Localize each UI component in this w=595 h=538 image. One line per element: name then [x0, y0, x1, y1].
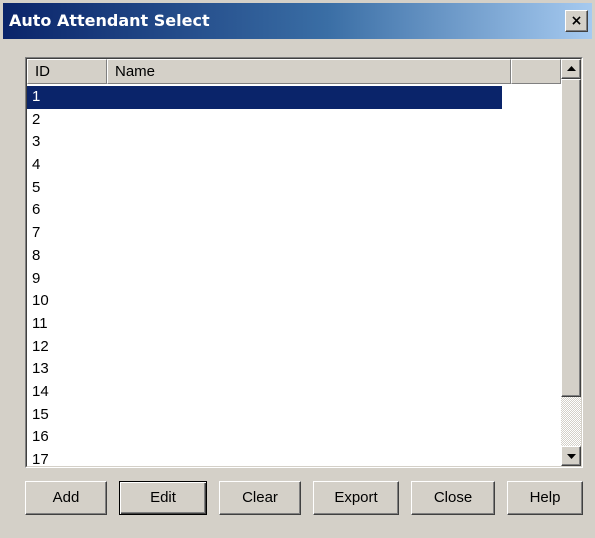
list-item-id: 1 [32, 88, 41, 105]
list-item[interactable]: 5 [27, 177, 502, 200]
list-item[interactable]: 3 [27, 131, 502, 154]
add-button[interactable]: Add [25, 481, 107, 515]
list-item-id: 10 [32, 292, 49, 310]
list-item-id: 12 [32, 337, 49, 355]
list-item-id: 8 [32, 246, 41, 264]
list-item[interactable]: 6 [27, 199, 502, 222]
column-header-name[interactable]: Name [107, 59, 511, 84]
list-item[interactable]: 7 [27, 222, 502, 245]
list-item-id: 6 [32, 201, 41, 219]
list-item-id: 7 [32, 224, 41, 242]
close-button[interactable]: Close [411, 481, 495, 515]
list-item-id: 5 [32, 178, 41, 196]
list-item-id: 3 [32, 133, 41, 151]
help-button[interactable]: Help [507, 481, 583, 515]
list-item-id: 13 [32, 360, 49, 378]
vertical-scrollbar[interactable] [561, 59, 581, 466]
list-item[interactable]: 16 [27, 426, 502, 449]
list-item-id: 15 [32, 405, 49, 423]
list-item[interactable]: 4 [27, 154, 502, 177]
list-item[interactable]: 9 [27, 268, 502, 291]
export-button[interactable]: Export [313, 481, 399, 515]
scroll-down-arrow-icon [567, 454, 576, 459]
column-header-extra[interactable] [511, 59, 561, 84]
list-item-id: 17 [32, 451, 49, 467]
list-item-id: 9 [32, 269, 41, 287]
list-item[interactable]: 1 [27, 86, 502, 109]
clear-button[interactable]: Clear [219, 481, 301, 515]
list-item-id: 4 [32, 156, 41, 174]
list-item[interactable]: 17 [27, 449, 502, 467]
list-item-id: 2 [32, 110, 41, 128]
scroll-up-arrow-icon [567, 66, 576, 71]
list-item[interactable]: 11 [27, 313, 502, 336]
window-title: Auto Attendant Select [9, 11, 210, 30]
close-x-icon: × [570, 13, 583, 29]
list-header: ID Name [27, 59, 561, 84]
list-item[interactable]: 8 [27, 245, 502, 268]
scroll-up-button[interactable] [561, 59, 581, 79]
auto-attendant-select-dialog: Auto Attendant Select × ID Name 12345678… [0, 0, 595, 538]
list-item[interactable]: 2 [27, 109, 502, 132]
list-item[interactable]: 15 [27, 404, 502, 427]
list-item-id: 14 [32, 382, 49, 400]
edit-button[interactable]: Edit [119, 481, 207, 515]
title-bar[interactable]: Auto Attendant Select × [3, 3, 592, 39]
list-item[interactable]: 13 [27, 358, 502, 381]
list-item-id: 16 [32, 428, 49, 446]
column-header-id[interactable]: ID [27, 59, 107, 84]
list-rows: 1 2 3 4 5 6 7 8 9 10 11 12 13 14 15 16 17 [27, 86, 561, 467]
scroll-down-button[interactable] [561, 446, 581, 466]
attendant-list[interactable]: ID Name 1 2 3 4 5 6 7 8 9 10 11 12 13 14 15 16 17 [25, 57, 583, 468]
list-item-id: 11 [32, 314, 48, 332]
list-item[interactable]: 10 [27, 290, 502, 313]
list-item[interactable]: 12 [27, 336, 502, 359]
close-window-button[interactable]: × [565, 10, 588, 32]
list-item[interactable]: 14 [27, 381, 502, 404]
scrollbar-thumb[interactable] [561, 79, 581, 397]
